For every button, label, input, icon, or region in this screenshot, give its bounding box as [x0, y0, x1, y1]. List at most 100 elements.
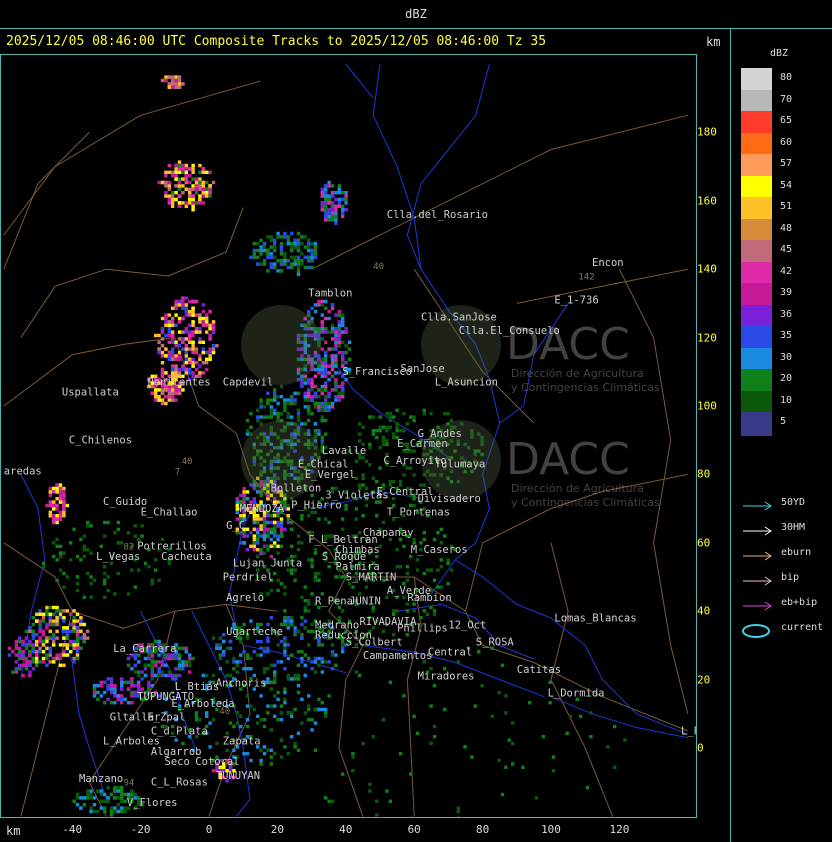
radar-echo-pixel: [334, 197, 338, 202]
legend-swatch: [741, 68, 772, 92]
place-label: Bolleton: [271, 483, 322, 495]
radar-echo-pixel: [45, 663, 49, 667]
radar-echo-pixel: [21, 653, 25, 657]
radar-echo-pixel: [31, 650, 35, 654]
radar-echo-pixel: [324, 711, 328, 715]
radar-echo-pixel: [164, 174, 168, 178]
radar-echo-pixel: [201, 184, 205, 188]
radar-echo-pixel: [327, 316, 331, 321]
radar-echo-pixel: [191, 204, 195, 208]
radar-echo-pixel: [130, 667, 134, 671]
radar-echo-pixel: [167, 170, 171, 174]
radar-echo-pixel: [303, 381, 307, 385]
radar-echo-pixel: [252, 242, 256, 246]
radar-echo-pixel: [439, 565, 443, 569]
radar-echo-pixel: [269, 415, 273, 419]
radar-echo-pixel: [327, 660, 331, 664]
river-line: [345, 63, 374, 99]
radar-echo-pixel: [300, 697, 304, 701]
radar-echo-pixel: [48, 646, 52, 650]
radar-echo-pixel: [426, 568, 430, 572]
radar-echo-pixel: [245, 718, 250, 722]
radar-echo-pixel: [177, 167, 182, 171]
radar-echo-pixel: [300, 595, 304, 599]
radar-echo-pixel: [330, 643, 335, 647]
radar-map[interactable]: DACCDirección de Agriculturay Contingenc…: [1, 55, 696, 817]
radar-echo-pixel: [35, 639, 39, 644]
radar-echo-pixel: [324, 218, 328, 222]
radar-echo-pixel: [412, 714, 416, 718]
radar-echo-pixel: [52, 619, 56, 623]
radar-echo-pixel: [344, 507, 348, 511]
radar-echo-pixel: [92, 684, 97, 688]
radar-echo-pixel: [245, 490, 250, 494]
radar-echo-pixel: [273, 398, 277, 402]
legend-value: 80: [780, 72, 793, 83]
radar-echo-pixel: [324, 398, 328, 402]
radar-echo-pixel: [235, 663, 239, 667]
radar-echo-pixel: [72, 619, 76, 623]
radar-echo-pixel: [113, 687, 117, 691]
radar-echo-pixel: [18, 663, 22, 667]
radar-echo-pixel: [191, 320, 195, 324]
radar-echo-pixel: [191, 310, 195, 314]
radar-echo-pixel: [293, 673, 297, 678]
radar-echo-pixel: [167, 75, 171, 79]
radar-echo-pixel: [320, 391, 324, 395]
radar-echo-pixel: [256, 517, 260, 521]
radar-echo-pixel: [317, 405, 321, 409]
radar-echo-pixel: [103, 809, 107, 814]
radar-echo-pixel: [167, 313, 171, 317]
radar-echo-pixel: [171, 197, 175, 202]
radar-echo-pixel: [208, 333, 212, 338]
radar-echo-pixel: [72, 660, 76, 664]
radar-echo-pixel: [334, 575, 338, 579]
radar-echo-pixel: [96, 684, 100, 688]
radar-echo-pixel: [181, 741, 185, 746]
radar-echo-pixel: [89, 595, 93, 599]
radar-echo-pixel: [337, 320, 341, 324]
radar-echo-pixel: [398, 429, 403, 433]
radar-echo-pixel: [218, 643, 222, 647]
radar-echo-pixel: [75, 646, 80, 650]
radar-echo-pixel: [300, 384, 304, 389]
radar-echo-pixel: [324, 327, 328, 331]
radar-echo-pixel: [283, 646, 287, 650]
radar-echo-pixel: [392, 435, 396, 440]
radar-echo-pixel: [58, 517, 63, 521]
radar-echo-pixel: [330, 194, 335, 198]
radar-echo-pixel: [150, 673, 154, 678]
radar-echo-pixel: [65, 575, 69, 579]
radar-echo-pixel: [361, 476, 365, 480]
radar-echo-pixel: [303, 663, 307, 667]
radar-echo-pixel: [273, 245, 277, 249]
radar-echo-pixel: [324, 374, 328, 378]
x-tick-label: 40: [339, 823, 353, 836]
radar-echo-pixel: [303, 599, 307, 603]
radar-echo-pixel: [378, 415, 382, 419]
radar-echo-pixel: [283, 255, 287, 259]
radar-echo-pixel: [171, 347, 175, 351]
radar-echo-pixel: [198, 177, 202, 181]
radar-echo-pixel: [276, 544, 280, 548]
radar-echo-pixel: [259, 551, 263, 555]
radar-echo-pixel: [344, 191, 348, 195]
radar-echo-pixel: [167, 388, 171, 392]
radar-echo-pixel: [181, 82, 185, 86]
place-label: C_L_Rosas: [151, 777, 208, 789]
radar-echo-pixel: [385, 412, 389, 416]
radar-map-frame[interactable]: DACC Dirección de Agricultura y Contingenc…: [0, 54, 697, 818]
radar-echo-pixel: [35, 650, 39, 654]
radar-echo-pixel: [198, 320, 202, 324]
radar-echo-pixel: [75, 639, 80, 644]
radar-echo-pixel: [113, 786, 117, 790]
radar-echo-pixel: [324, 371, 328, 375]
radar-echo-pixel: [157, 667, 161, 671]
radar-echo-pixel: [116, 803, 120, 807]
radar-echo-pixel: [245, 432, 250, 436]
radar-echo-pixel: [177, 163, 182, 168]
place-label: Lomas_Blancas: [554, 613, 636, 625]
radar-echo-pixel: [381, 439, 386, 443]
radar-echo-pixel: [273, 520, 277, 525]
radar-echo-pixel: [266, 248, 270, 253]
